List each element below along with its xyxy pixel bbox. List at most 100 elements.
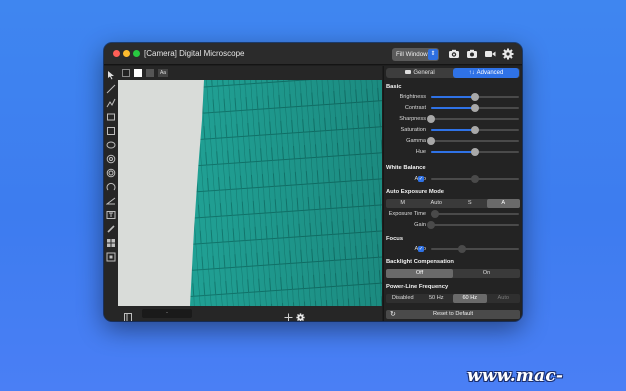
tab-advanced[interactable]: ↑↓ Advanced [453,68,519,78]
line-width-button[interactable] [146,69,154,77]
slider-brightness[interactable] [431,93,519,101]
section-focus: Focus [386,236,404,242]
slider-fill [431,151,475,153]
stroke-color-swatch[interactable] [122,69,130,77]
plus-icon[interactable] [284,309,293,321]
gain-slider-knob[interactable] [427,221,435,229]
gain-slider[interactable] [427,221,519,229]
fill-color-swatch[interactable] [134,69,142,77]
tissue-image [118,80,382,306]
exp-option[interactable]: Auto [420,199,454,208]
slider-knob[interactable] [471,93,479,101]
site-watermark: www.mac-gm.com [467,366,564,391]
video-record-icon[interactable] [484,48,496,60]
folder-icon [405,70,412,74]
white-balance-slider-knob[interactable] [471,175,479,183]
square-icon[interactable] [106,126,116,136]
line-icon[interactable] [106,84,116,94]
panel-tabs: General ↑↓ Advanced [386,68,520,78]
ellipse-icon[interactable] [106,140,116,150]
style-strip: Aa [118,66,382,80]
slider-hue[interactable] [431,148,519,156]
pencil-icon[interactable] [106,224,116,234]
close-button[interactable] [113,50,120,57]
grid-dot-icon[interactable] [106,252,116,262]
slider-fill [431,129,475,131]
tab-advanced-label: Advanced [476,70,504,76]
slider-fill [431,96,475,98]
fill-mode-select[interactable]: Fill Window ⇕ [392,48,439,61]
slider-sharpness[interactable] [427,115,519,123]
bl-option[interactable]: Off [386,269,453,278]
slider-label-contrast: Contrast [404,105,426,111]
slider-knob[interactable] [471,148,479,156]
exp-option[interactable]: A [486,199,520,208]
focus-slider-knob[interactable] [457,245,466,253]
section-basic: Basic [386,84,402,90]
chevron-updown-icon: ⇕ [428,49,438,60]
focus-slider[interactable] [431,245,519,253]
pl-option[interactable]: 50 Hz [420,294,454,303]
snapshot-camera-icon[interactable] [466,48,478,60]
focus-auto-checkbox[interactable]: ✓ [418,246,424,252]
window-title: [Camera] Digital Microscope [144,49,245,58]
drawing-toolbar [104,66,118,321]
slider-knob[interactable] [471,126,479,134]
zoom-field[interactable]: - [142,309,192,318]
microscope-view[interactable] [118,80,382,306]
title-bar: [Camera] Digital Microscope Fill Window … [104,43,522,65]
section-backlight: Backlight Compensation [386,259,454,265]
power-line-segmented: Disabled 50 Hz 60 Hz Auto [386,294,520,303]
slider-gamma[interactable] [427,137,519,145]
sidebar-toggle-icon[interactable] [124,309,132,321]
slider-label-saturation: Saturation [400,127,427,133]
concentric-circle-icon[interactable] [106,168,116,178]
section-power-line: Power-Line Frequency [386,284,449,290]
settings-panel: General ↑↓Advanced Basic White Balance A… [383,66,522,321]
arc-icon[interactable] [106,182,116,192]
bl-option[interactable]: On [453,269,520,278]
pointer-icon[interactable] [106,70,116,80]
minimize-button[interactable] [123,50,130,57]
font-button[interactable]: Aa [158,69,168,77]
pl-option[interactable]: Disabled [386,294,420,303]
slider-saturation[interactable] [431,126,519,134]
exposure-time-slider[interactable] [431,210,519,218]
angle-icon[interactable] [106,196,116,206]
text-box-icon[interactable] [106,210,116,220]
slider-label-sharpness: Sharpness [399,116,426,122]
slider-label-hue: Hue [415,149,426,155]
circle-icon[interactable] [106,154,116,164]
white-balance-auto-checkbox[interactable]: ✓ [418,176,424,182]
reset-icon: ↻ [390,311,396,318]
adjust-icon: ↑↓ [468,70,475,76]
tab-general-label: General [413,70,435,76]
exposure-time-slider-knob[interactable] [431,210,440,218]
exp-option[interactable]: M [386,199,420,208]
camera-settings-icon[interactable] [448,48,460,60]
section-auto-exposure: Auto Exposure Mode [386,189,444,195]
slider-contrast[interactable] [431,104,519,112]
slider-knob[interactable] [471,104,479,112]
reset-to-default-label: Reset to Default [432,311,474,317]
exp-option[interactable]: S [453,199,487,208]
grid-icon[interactable] [106,238,116,248]
gain-label: Gain [414,222,426,228]
polyline-icon[interactable] [106,98,116,108]
pl-option[interactable]: 60 Hz [453,294,487,303]
pl-option[interactable]: Auto [487,294,521,303]
section-white-balance: White Balance [386,165,426,171]
backlight-segmented: Off On [386,269,520,278]
slider-knob[interactable] [427,137,435,145]
exposure-mode-segmented: M Auto S A [386,199,520,208]
slider-label-gamma: Gamma [406,138,426,144]
white-balance-slider[interactable] [431,175,519,183]
zoom-button[interactable] [133,50,140,57]
slider-knob[interactable] [427,115,435,123]
tab-general[interactable]: General [387,68,453,78]
gear-icon[interactable] [502,48,514,60]
rectangle-icon[interactable] [106,112,116,122]
gear-icon[interactable] [296,309,305,321]
app-window: [Camera] Digital Microscope Fill Window … [104,43,522,321]
reset-to-default-button[interactable]: ↻ Reset to Default [386,310,520,319]
